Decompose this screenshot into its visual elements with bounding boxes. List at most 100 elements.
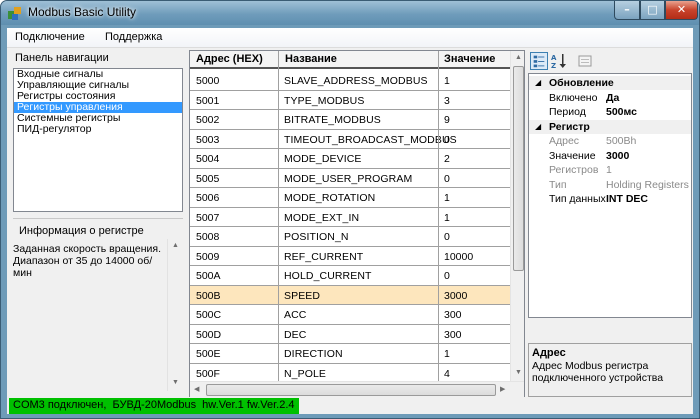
cell-address[interactable]: 5007 bbox=[196, 212, 219, 224]
property-category[interactable]: ◢ Регистр bbox=[529, 119, 691, 134]
table-row[interactable]: 5003 TIMEOUT_BROADCAST_MODBUS 0 bbox=[190, 130, 510, 149]
cell-name[interactable]: REF_CURRENT bbox=[284, 251, 363, 263]
property-list[interactable]: ◢ Обновление Включено Да Период 500мс ◢ Регистр… bbox=[528, 73, 692, 318]
cell-name[interactable]: SLAVE_ADDRESS_MODBUS bbox=[284, 75, 428, 87]
property-row[interactable]: Включено Да bbox=[529, 91, 691, 105]
table-row[interactable]: 500A HOLD_CURRENT 0 bbox=[190, 266, 510, 286]
table-row[interactable]: 5006 MODE_ROTATION 1 bbox=[190, 188, 510, 208]
scroll-down-icon[interactable]: ▼ bbox=[515, 369, 522, 376]
scroll-up-icon[interactable]: ▲ bbox=[515, 54, 522, 61]
table-row[interactable]: 5005 MODE_USER_PROGRAM 0 bbox=[190, 169, 510, 188]
table-row[interactable]: 5008 POSITION_N 0 bbox=[190, 227, 510, 247]
cell-value[interactable]: 3000 bbox=[444, 290, 467, 302]
table-row[interactable]: 500D DEC 300 bbox=[190, 325, 510, 344]
collapse-icon[interactable]: ◢ bbox=[535, 122, 541, 131]
property-row[interactable]: Адрес 500Bh bbox=[529, 134, 691, 148]
property-value[interactable]: 500Bh bbox=[606, 135, 636, 147]
cell-name[interactable]: SPEED bbox=[284, 290, 320, 302]
property-value[interactable]: 3000 bbox=[606, 150, 629, 162]
cell-value[interactable]: 9 bbox=[444, 114, 450, 126]
property-row[interactable]: Значение 3000 bbox=[529, 149, 691, 163]
nav-item-pid[interactable]: ПИД-регулятор bbox=[14, 124, 182, 135]
cell-address[interactable]: 500B bbox=[196, 290, 221, 302]
cell-address[interactable]: 5003 bbox=[196, 134, 219, 146]
cell-name[interactable]: MODE_USER_PROGRAM bbox=[284, 173, 412, 185]
cell-name[interactable]: HOLD_CURRENT bbox=[284, 270, 372, 282]
cell-name[interactable]: TIMEOUT_BROADCAST_MODBUS bbox=[284, 134, 457, 146]
cell-name[interactable]: POSITION_N bbox=[284, 231, 349, 243]
property-value[interactable]: INT DEC bbox=[606, 193, 648, 205]
menu-support[interactable]: Поддержка bbox=[105, 31, 162, 43]
cell-value[interactable]: 3 bbox=[444, 95, 450, 107]
cell-name[interactable]: MODE_ROTATION bbox=[284, 192, 375, 204]
cell-address[interactable]: 5002 bbox=[196, 114, 219, 126]
property-row[interactable]: Тип данных INT DEC bbox=[529, 192, 691, 206]
cell-name[interactable]: DIRECTION bbox=[284, 348, 343, 360]
cell-name[interactable]: MODE_EXT_IN bbox=[284, 212, 359, 224]
title-bar[interactable]: Modbus Basic Utility – □ ✕ bbox=[1, 1, 699, 25]
cell-value[interactable]: 300 bbox=[444, 329, 462, 341]
table-row[interactable]: 500B SPEED 3000 bbox=[190, 285, 510, 305]
grid-hscrollbar[interactable]: ◀ ▶ bbox=[190, 381, 524, 397]
table-row[interactable]: 5004 MODE_DEVICE 2 bbox=[190, 149, 510, 169]
cell-value[interactable]: 0 bbox=[444, 270, 450, 282]
cell-name[interactable]: MODE_DEVICE bbox=[284, 153, 362, 165]
cell-value[interactable]: 1 bbox=[444, 192, 450, 204]
property-row[interactable]: Период 500мс bbox=[529, 105, 691, 119]
cell-value[interactable]: 1 bbox=[444, 75, 450, 87]
scroll-right-icon[interactable]: ▶ bbox=[500, 385, 505, 393]
cell-address[interactable]: 500D bbox=[196, 329, 221, 341]
scroll-down-icon[interactable]: ▼ bbox=[172, 379, 179, 386]
property-row[interactable]: Регистров 1 bbox=[529, 163, 691, 177]
cell-value[interactable]: 1 bbox=[444, 348, 450, 360]
cell-name[interactable]: TYPE_MODBUS bbox=[284, 95, 364, 107]
col-header-name[interactable]: Название bbox=[285, 53, 337, 65]
cell-name[interactable]: ACC bbox=[284, 309, 306, 321]
property-row[interactable]: Тип Holding Registers bbox=[529, 178, 691, 192]
cell-address[interactable]: 5004 bbox=[196, 153, 219, 165]
property-value[interactable]: Holding Registers bbox=[606, 179, 689, 191]
cell-address[interactable]: 5000 bbox=[196, 75, 219, 87]
cell-address[interactable]: 5008 bbox=[196, 231, 219, 243]
property-category[interactable]: ◢ Обновление bbox=[529, 76, 691, 90]
col-header-address[interactable]: Адрес (HEX) bbox=[196, 53, 263, 65]
cell-value[interactable]: 300 bbox=[444, 309, 462, 321]
collapse-icon[interactable]: ◢ bbox=[535, 78, 541, 87]
categorized-icon[interactable] bbox=[530, 52, 548, 70]
cell-address[interactable]: 500C bbox=[196, 309, 221, 321]
property-pages-icon[interactable] bbox=[576, 52, 594, 70]
cell-address[interactable]: 500F bbox=[196, 368, 220, 380]
cell-value[interactable]: 1 bbox=[444, 212, 450, 224]
property-value[interactable]: 1 bbox=[606, 164, 612, 176]
cell-name[interactable]: N_POLE bbox=[284, 368, 326, 380]
cell-value[interactable]: 0 bbox=[444, 231, 450, 243]
scroll-up-icon[interactable]: ▲ bbox=[172, 242, 179, 249]
table-row[interactable]: 5007 MODE_EXT_IN 1 bbox=[190, 208, 510, 227]
nav-list[interactable]: Входные сигналы Управляющие сигналы Реги… bbox=[13, 68, 183, 212]
vscroll-thumb[interactable] bbox=[513, 66, 524, 271]
cell-address[interactable]: 5005 bbox=[196, 173, 219, 185]
table-row[interactable]: 5001 TYPE_MODBUS 3 bbox=[190, 91, 510, 110]
cell-address[interactable]: 500E bbox=[196, 348, 221, 360]
property-value[interactable]: Да bbox=[606, 92, 619, 104]
property-value[interactable]: 500мс bbox=[606, 106, 637, 118]
cell-value[interactable]: 0 bbox=[444, 173, 450, 185]
cell-value[interactable]: 2 bbox=[444, 153, 450, 165]
cell-name[interactable]: DEC bbox=[284, 329, 306, 341]
cell-address[interactable]: 5006 bbox=[196, 192, 219, 204]
info-scrollbar[interactable]: ▲ ▼ bbox=[167, 239, 183, 391]
cell-address[interactable]: 5009 bbox=[196, 251, 219, 263]
scroll-left-icon[interactable]: ◀ bbox=[194, 385, 199, 393]
sort-alpha-icon[interactable]: A Z bbox=[550, 52, 568, 70]
table-row[interactable]: 500C ACC 300 bbox=[190, 305, 510, 325]
minimize-button[interactable]: – bbox=[614, 1, 640, 20]
hscroll-thumb[interactable] bbox=[206, 384, 496, 396]
close-button[interactable]: ✕ bbox=[665, 1, 698, 20]
grid-vscrollbar[interactable]: ▲ ▼ bbox=[510, 51, 524, 381]
cell-address[interactable]: 500A bbox=[196, 270, 221, 282]
cell-name[interactable]: BITRATE_MODBUS bbox=[284, 114, 381, 126]
cell-value[interactable]: 4 bbox=[444, 368, 450, 380]
menu-connection[interactable]: Подключение bbox=[15, 31, 85, 43]
table-row[interactable]: 5009 REF_CURRENT 10000 bbox=[190, 247, 510, 266]
col-header-value[interactable]: Значение bbox=[444, 53, 495, 65]
